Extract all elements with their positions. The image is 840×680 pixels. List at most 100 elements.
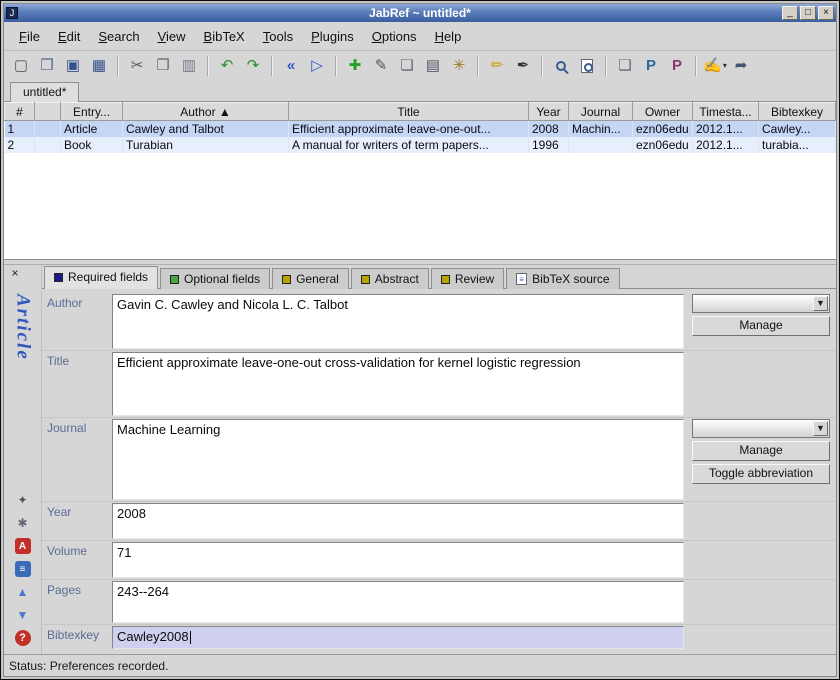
menu-bibtex[interactable]: BibTeX (195, 25, 254, 48)
field-label-bibtexkey: Bibtexkey (42, 625, 110, 650)
preview-icon[interactable]: ▤ (421, 54, 445, 78)
field-label-volume: Volume (42, 541, 110, 579)
editor-tab-bibtex-source[interactable]: ≡BibTeX source (506, 268, 619, 289)
table-cell: Cawley... (759, 121, 836, 137)
field-row-author: AuthorGavin C. Cawley and Nicola L. C. T… (42, 293, 836, 350)
edit-entry-icon[interactable]: ✎ (369, 54, 393, 78)
menu-file[interactable]: File (10, 25, 49, 48)
column-header-owner[interactable]: Owner (633, 103, 693, 121)
field-input-volume[interactable]: 71 (112, 542, 684, 578)
table-cell: Book (61, 137, 123, 153)
field-input-year[interactable]: 2008 (112, 503, 684, 539)
field-row-bibtexkey: BibtexkeyCawley2008 (42, 624, 836, 650)
field-value: Efficient approximate leave-one-out cros… (117, 355, 581, 370)
copy-pages-icon[interactable]: ❑ (613, 54, 637, 78)
field-editor-volume: 71 (110, 541, 686, 579)
field-input-title[interactable]: Efficient approximate leave-one-out cros… (112, 352, 684, 416)
search-icon[interactable] (549, 54, 573, 78)
paste-icon[interactable]: ▥ (177, 54, 201, 78)
undo-icon[interactable]: ↶ (215, 54, 239, 78)
menu-plugins[interactable]: Plugins (302, 25, 363, 48)
copy-ref-icon[interactable]: ❏ (395, 54, 419, 78)
menu-view[interactable]: View (149, 25, 195, 48)
entry-row-2[interactable]: 2BookTurabianA manual for writers of ter… (5, 137, 836, 153)
column-header-icon[interactable]: # (5, 103, 35, 121)
column-header-timesta[interactable]: Timesta... (693, 103, 759, 121)
push-app-1-icon[interactable]: P (639, 54, 663, 78)
save-icon[interactable]: ▣ (61, 54, 85, 78)
forward-icon[interactable]: ▷ (305, 54, 329, 78)
mark-icon[interactable]: ✏ (485, 54, 509, 78)
editor-tab-abstract[interactable]: Abstract (351, 268, 429, 289)
entry-row-1[interactable]: 1ArticleCawley and TalbotEfficient appro… (5, 121, 836, 137)
field-value: 2008 (117, 506, 146, 521)
toolbar-separator (541, 56, 543, 76)
field-editor-title: Efficient approximate leave-one-out cros… (110, 351, 686, 417)
copy-icon[interactable]: ❐ (151, 54, 175, 78)
push-app-2-icon[interactable]: P (665, 54, 689, 78)
editor-tab-general[interactable]: General (272, 268, 349, 289)
column-header-journal[interactable]: Journal (569, 103, 633, 121)
toolbar-separator (605, 56, 607, 76)
cut-icon[interactable]: ✂ (125, 54, 149, 78)
column-header-year[interactable]: Year (529, 103, 569, 121)
tab-label: Review (455, 272, 494, 286)
editor-tab-optional-fields[interactable]: Optional fields (160, 268, 270, 289)
menu-edit[interactable]: Edit (49, 25, 89, 48)
field-input-author[interactable]: Gavin C. Cawley and Nicola L. C. Talbot (112, 294, 684, 349)
close-entry-editor-button[interactable]: × (7, 266, 23, 282)
table-cell: 2008 (529, 121, 569, 137)
open-icon[interactable]: ❒ (35, 54, 59, 78)
database-tab-row: untitled* (4, 80, 836, 102)
add-entry-icon[interactable]: ✚ (343, 54, 367, 78)
maximize-window-button[interactable]: □ (800, 6, 816, 20)
editor-tab-required-fields[interactable]: Required fields (44, 266, 158, 289)
wand-icon[interactable]: ✳ (447, 54, 471, 78)
field-row-pages: Pages243--264 (42, 579, 836, 624)
generate-key-icon[interactable]: ✍▾ (703, 54, 727, 78)
menu-help[interactable]: Help (426, 25, 471, 48)
field-input-pages[interactable]: 243--264 (112, 581, 684, 623)
pdf-icon[interactable]: A (15, 538, 31, 554)
new-icon[interactable]: ▢ (9, 54, 33, 78)
unmark-icon[interactable]: ✒ (511, 54, 535, 78)
manage-button[interactable]: Manage (692, 441, 830, 461)
jabref-window: J JabRef ~ untitled* _□× FileEditSearchV… (3, 3, 837, 677)
close-window-button[interactable]: × (818, 6, 834, 20)
field-input-bibtexkey[interactable]: Cawley2008 (112, 626, 684, 649)
back-icon[interactable]: « (279, 54, 303, 78)
column-header-icon[interactable] (35, 103, 61, 121)
table-cell: Article (61, 121, 123, 137)
doc-icon[interactable]: ≡ (15, 561, 31, 577)
field-editor-author: Gavin C. Cawley and Nicola L. C. Talbot (110, 293, 686, 350)
column-header-entry[interactable]: Entry... (61, 103, 123, 121)
column-header-bibtexkey[interactable]: Bibtexkey (759, 103, 836, 121)
menu-tools[interactable]: Tools (254, 25, 302, 48)
field-input-journal[interactable]: Machine Learning (112, 419, 684, 500)
toggle-abbreviation-button[interactable]: Toggle abbreviation (692, 464, 830, 484)
column-header-author[interactable]: Author ▲ (123, 103, 289, 121)
redo-icon[interactable]: ↷ (241, 54, 265, 78)
field-side-volume (686, 541, 836, 579)
tools-icon[interactable]: ✦ (15, 492, 31, 508)
search-preview-icon[interactable] (575, 54, 599, 78)
table-cell: 1996 (529, 137, 569, 153)
minimize-window-button[interactable]: _ (782, 6, 798, 20)
journal-dropdown[interactable]: ▼ (692, 419, 830, 438)
open-file-icon[interactable]: ➦ (729, 54, 753, 78)
menu-options[interactable]: Options (363, 25, 426, 48)
manage-button[interactable]: Manage (692, 316, 830, 336)
down-icon[interactable]: ▼ (15, 607, 31, 623)
table-cell: 1 (5, 121, 35, 137)
title-bar[interactable]: J JabRef ~ untitled* _□× (4, 4, 836, 22)
database-tab-untitled[interactable]: untitled* (10, 82, 79, 102)
help-icon[interactable]: ? (15, 630, 31, 646)
gear-icon[interactable]: ✱ (15, 515, 31, 531)
column-header-title[interactable]: Title (289, 103, 529, 121)
author-dropdown[interactable]: ▼ (692, 294, 830, 313)
menu-search[interactable]: Search (89, 25, 148, 48)
toolbar-separator (477, 56, 479, 76)
up-icon[interactable]: ▲ (15, 584, 31, 600)
editor-tab-review[interactable]: Review (431, 268, 504, 289)
save-all-icon[interactable]: ▦ (87, 54, 111, 78)
